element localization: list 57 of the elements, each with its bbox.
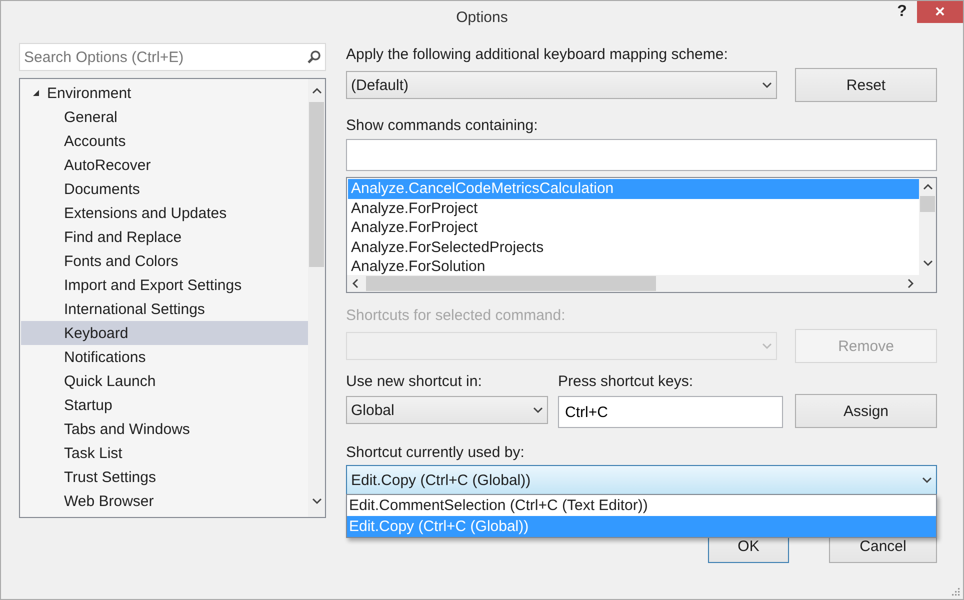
resize-grip-icon — [950, 586, 960, 596]
field-label: Press shortcut keys: — [558, 373, 694, 390]
usage-dropdown[interactable]: Edit.Copy (Ctrl+C (Global)) — [346, 465, 937, 495]
scroll-left-icon — [352, 278, 358, 288]
close-button[interactable]: × — [917, 1, 963, 23]
field-label: Use new shortcut in: — [346, 373, 483, 390]
field-label: Show commands containing: — [346, 117, 539, 134]
scroll-down-icon — [312, 498, 322, 505]
tree-item[interactable]: Trust Settings — [21, 465, 308, 489]
chevron-down-icon — [762, 82, 772, 88]
scroll-up-icon — [922, 183, 932, 190]
tree-item[interactable]: Accounts — [21, 129, 308, 153]
tree-item[interactable]: Task List — [21, 441, 308, 465]
tree-item[interactable]: Import and Export Settings — [21, 273, 308, 297]
command-item[interactable]: Analyze.ForSelectedProjects — [348, 238, 919, 257]
tree-item[interactable]: Documents — [21, 177, 308, 201]
tree-item[interactable]: Startup — [21, 393, 308, 417]
tree-item[interactable]: Environment — [21, 81, 308, 105]
command-item[interactable]: Analyze.ForProject — [348, 218, 919, 238]
tree-item[interactable]: Find and Replace — [21, 225, 308, 249]
scrollbar-thumb[interactable] — [309, 102, 324, 267]
expander-icon — [32, 89, 40, 97]
command-item[interactable]: Analyze.ForProject — [348, 198, 919, 218]
reset-button[interactable]: Reset — [795, 68, 937, 102]
tree-item[interactable]: Tabs and Windows — [21, 417, 308, 441]
search-icon — [307, 50, 321, 64]
dropdown-option[interactable]: Edit.CommentSelection (Ctrl+C (Text Editor)) — [347, 495, 936, 516]
shortcut-keys-field[interactable]: Ctrl+C — [558, 396, 783, 428]
chevron-down-icon — [762, 342, 772, 350]
command-filter-field[interactable] — [346, 139, 937, 171]
scroll-up-icon — [312, 87, 322, 94]
chevron-down-icon — [922, 476, 932, 484]
window-title: Options — [456, 8, 508, 26]
shortcut-dropdown[interactable] — [346, 332, 777, 360]
field-label: Shortcuts for selected command: — [346, 307, 566, 324]
scroll-down-icon — [922, 260, 932, 267]
tree-item[interactable]: General — [21, 105, 308, 129]
tree-item[interactable]: Keyboard — [21, 321, 308, 345]
tree-item[interactable]: International Settings — [21, 297, 308, 321]
scroll-right-icon — [908, 278, 914, 288]
command-item[interactable]: Analyze.ForSolution — [348, 257, 919, 275]
search-field[interactable]: Search Options (Ctrl+E) — [19, 43, 326, 71]
scrollbar-thumb[interactable] — [920, 196, 935, 212]
tree-item[interactable]: Fonts and Colors — [21, 249, 308, 273]
assign-button[interactable]: Assign — [795, 394, 937, 428]
chevron-down-icon — [533, 406, 543, 414]
tree-item[interactable]: AutoRecover — [21, 153, 308, 177]
scheme-dropdown[interactable]: (Default) — [346, 71, 777, 99]
tree-item[interactable]: Notifications — [21, 345, 308, 369]
help-button[interactable]: ? — [887, 1, 917, 23]
scope-dropdown[interactable]: Global — [346, 396, 548, 424]
field-label: Apply the following additional keyboard mapping scheme: — [346, 46, 729, 63]
tree-item[interactable]: Extensions and Updates — [21, 201, 308, 225]
scrollbar-thumb[interactable] — [366, 276, 656, 291]
tree-item[interactable]: Web Browser — [21, 489, 308, 513]
field-label: Shortcut currently used by: — [346, 444, 526, 461]
tree-item[interactable]: Quick Launch — [21, 369, 308, 393]
